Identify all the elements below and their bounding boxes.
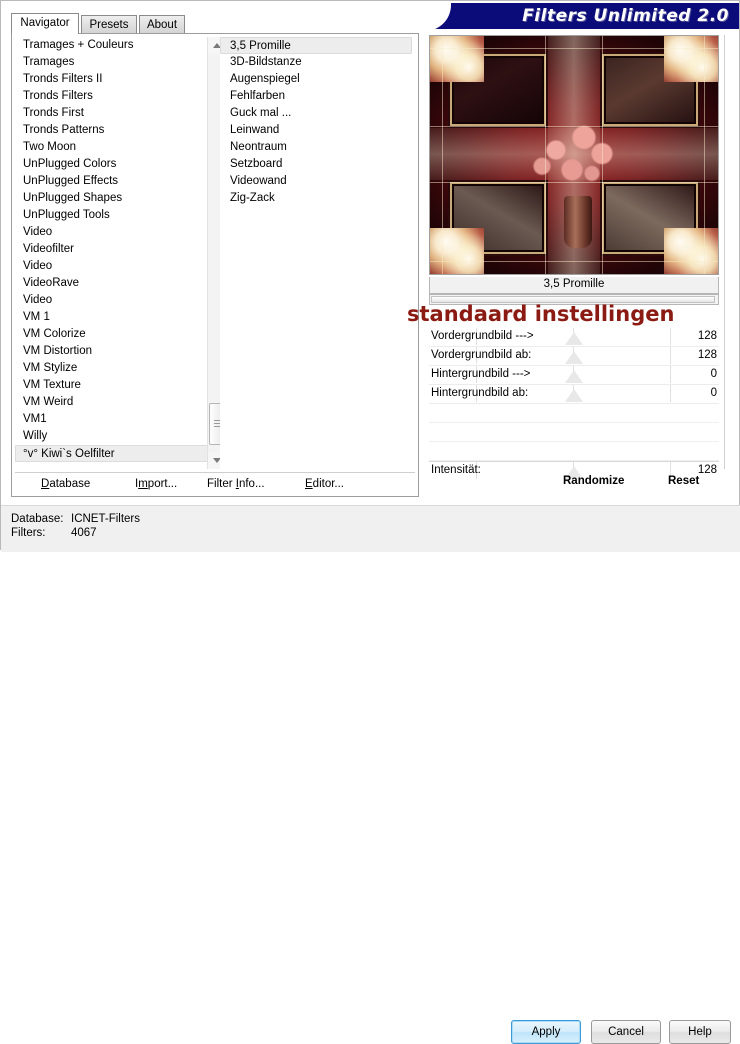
slider-tick: [670, 347, 671, 364]
filter-item[interactable]: Augenspiegel: [220, 71, 412, 88]
status-database-line: Database: ICNET-Filters: [9, 512, 339, 526]
filter-item[interactable]: Leinwand: [220, 122, 412, 139]
category-item[interactable]: Willy: [15, 428, 212, 445]
slider-thumb[interactable]: [565, 370, 583, 383]
category-item[interactable]: VM Texture: [15, 377, 212, 394]
category-item[interactable]: Videofilter: [15, 241, 212, 258]
category-item[interactable]: VM Stylize: [15, 360, 212, 377]
category-item[interactable]: Tronds Filters: [15, 88, 212, 105]
slider-thumb[interactable]: [565, 389, 583, 402]
category-item[interactable]: UnPlugged Shapes: [15, 190, 212, 207]
slider-tick: [670, 385, 671, 402]
category-item[interactable]: VM1: [15, 411, 212, 428]
category-item[interactable]: VM Colorize: [15, 326, 212, 343]
filter-item[interactable]: 3,5 Promille: [220, 37, 412, 54]
category-item[interactable]: Tronds Filters II: [15, 71, 212, 88]
category-item[interactable]: Tramages + Couleurs: [15, 37, 212, 54]
parameter-sliders: Vordergrundbild ---> 128 Vordergrundbild a…: [429, 328, 719, 479]
category-list[interactable]: Tramages + Couleurs Tramages Tronds Filter…: [15, 37, 212, 469]
slider-label: Hintergrundbild --->: [431, 368, 531, 380]
slider-value: 0: [710, 368, 717, 380]
parameter-slider-row[interactable]: Vordergrundbild ---> 128: [429, 328, 719, 347]
preview-grid-overlay: [430, 36, 718, 274]
menu-item-editor[interactable]: Editor...: [305, 475, 344, 494]
category-item[interactable]: °v° Kiwi`s Oelfilter: [15, 445, 212, 462]
tab-about[interactable]: About: [139, 15, 185, 33]
menu-item-database[interactable]: Database: [41, 475, 90, 494]
filter-item[interactable]: Neontraum: [220, 139, 412, 156]
category-item[interactable]: Video: [15, 258, 212, 275]
panel-divider: [724, 35, 725, 469]
tab-presets[interactable]: Presets: [81, 15, 137, 33]
status-filters-value: 4067: [71, 527, 97, 539]
filter-list[interactable]: 3,5 Promille 3D-Bildstanze Augenspiegel Feh…: [220, 37, 412, 469]
preview-artwork: [430, 36, 718, 274]
category-item[interactable]: UnPlugged Effects: [15, 173, 212, 190]
category-item[interactable]: Tramages: [15, 54, 212, 71]
parameter-slider-row[interactable]: Hintergrundbild ab: 0: [429, 385, 719, 404]
menu-item-import[interactable]: Import...: [135, 475, 177, 494]
help-button[interactable]: Help: [669, 1020, 731, 1044]
slider-label: Vordergrundbild ab:: [431, 349, 532, 361]
filter-item[interactable]: Fehlfarben: [220, 88, 412, 105]
filter-item[interactable]: Setzboard: [220, 156, 412, 173]
status-database-value: ICNET-Filters: [71, 513, 140, 525]
navigator-panel: Tramages + Couleurs Tramages Tronds Filter…: [11, 33, 419, 497]
category-item[interactable]: Tronds First: [15, 105, 212, 122]
randomize-button[interactable]: Randomize: [563, 471, 624, 491]
status-info: Database: ICNET-Filters Filters: 4067: [9, 512, 339, 544]
category-item[interactable]: Video: [15, 292, 212, 309]
parameter-slider-row-empty: [429, 442, 719, 461]
parameter-actions: Randomize Reset: [429, 471, 719, 491]
category-item[interactable]: Two Moon: [15, 139, 212, 156]
tab-navigator[interactable]: Navigator: [11, 13, 79, 34]
status-filters-label: Filters:: [11, 527, 46, 539]
slider-tick: [670, 366, 671, 383]
category-item[interactable]: UnPlugged Tools: [15, 207, 212, 224]
slider-thumb[interactable]: [565, 332, 583, 345]
status-bar: Database: ICNET-Filters Filters: 4067 Ap…: [1, 505, 740, 1044]
app-title: Filters Unlimited 2.0: [522, 6, 729, 26]
reset-button[interactable]: Reset: [668, 471, 699, 491]
apply-button[interactable]: Apply: [511, 1020, 581, 1044]
category-item[interactable]: VM 1: [15, 309, 212, 326]
category-item[interactable]: VideoRave: [15, 275, 212, 292]
slider-value: 0: [710, 387, 717, 399]
slider-tick: [670, 328, 671, 345]
menu-item-filter-info[interactable]: Filter Info...: [207, 475, 265, 494]
filters-unlimited-window: Filters Unlimited 2.0 Navigator Presets …: [0, 0, 740, 1044]
parameter-slider-row[interactable]: Vordergrundbild ab: 128: [429, 347, 719, 366]
category-item[interactable]: VM Distortion: [15, 343, 212, 360]
category-item[interactable]: Tronds Patterns: [15, 122, 212, 139]
slider-value: 128: [697, 330, 717, 342]
filter-item[interactable]: Guck mal ...: [220, 105, 412, 122]
category-item[interactable]: Video: [15, 224, 212, 241]
overlay-annotation: standaard instellingen: [407, 302, 675, 326]
status-database-label: Database:: [11, 513, 64, 525]
title-banner: Filters Unlimited 2.0: [427, 3, 739, 29]
category-item[interactable]: VM Weird: [15, 394, 212, 411]
slider-value: 128: [697, 349, 717, 361]
navigator-menubar: Database Import... Filter Info... Editor…: [15, 475, 415, 494]
status-filters-line: Filters: 4067: [9, 526, 339, 540]
filter-item[interactable]: 3D-Bildstanze: [220, 54, 412, 71]
parameter-slider-row-empty: [429, 423, 719, 442]
preview-caption: 3,5 Promille: [429, 277, 719, 294]
filter-item[interactable]: Videowand: [220, 173, 412, 190]
parameter-slider-row-empty: [429, 404, 719, 423]
slider-label: Hintergrundbild ab:: [431, 387, 529, 399]
parameter-slider-row[interactable]: Hintergrundbild ---> 0: [429, 366, 719, 385]
slider-thumb[interactable]: [565, 351, 583, 364]
category-item[interactable]: UnPlugged Colors: [15, 156, 212, 173]
preview-image[interactable]: [429, 35, 719, 275]
filter-item[interactable]: Zig-Zack: [220, 190, 412, 207]
divider: [15, 472, 415, 473]
cancel-button[interactable]: Cancel: [591, 1020, 661, 1044]
slider-label: Vordergrundbild --->: [431, 330, 534, 342]
